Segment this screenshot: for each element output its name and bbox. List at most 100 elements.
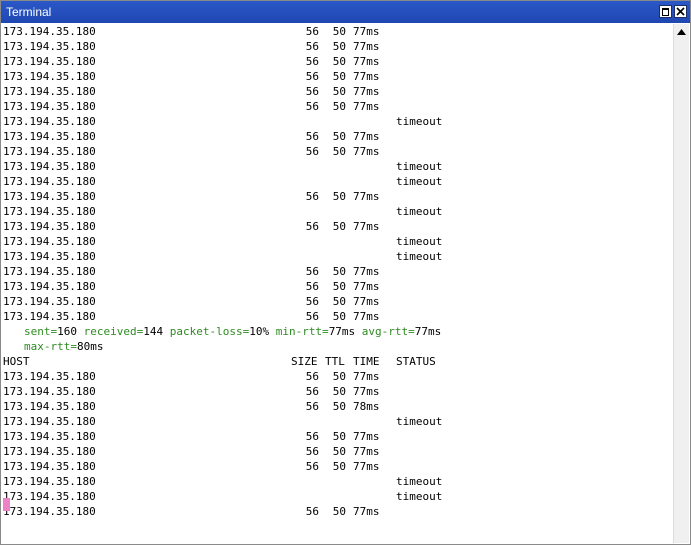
cell-status: timeout [396,490,443,503]
cell-host: 173.194.35.180 [3,445,96,458]
cell-host: 173.194.35.180 [3,40,96,53]
cell-status: STATUS [396,355,436,368]
cell-time: 77ms [353,280,380,293]
cell-size: 56 [305,25,319,38]
table-row: 173.194.35.180 56 50 77ms [2,39,674,54]
cell-time: 77ms [353,145,380,158]
cell-size: 56 [305,220,319,233]
cell-time: 77ms [353,130,380,143]
table-row: 173.194.35.180 56 50 77ms [2,279,674,294]
summary-key: max-rtt= [24,340,77,353]
table-header: HOST SIZE TTL TIME STATUS [2,354,674,369]
summary-key: min-rtt= [269,325,329,338]
table-row: 173.194.35.180 timeout [2,114,674,129]
cell-time: 77ms [353,445,380,458]
table-row: 173.194.35.180 56 50 78ms [2,399,674,414]
cell-host: 173.194.35.180 [3,85,96,98]
vertical-scrollbar[interactable] [673,24,689,543]
cell-host: 173.194.35.180 [3,190,96,203]
terminal-output[interactable]: 173.194.35.180 56 50 77ms 173.194.35.180 56 50… [2,24,674,543]
scroll-up-button[interactable] [674,24,689,41]
cell-size: 56 [305,385,319,398]
cell-size: 56 [305,445,319,458]
cell-status: timeout [396,235,443,248]
cell-ttl: 50 [332,385,346,398]
cell-time: 77ms [353,85,380,98]
table-row: 173.194.35.180 56 50 77ms [2,144,674,159]
table-row: 173.194.35.180 56 50 77ms [2,384,674,399]
cell-host: 173.194.35.180 [3,490,96,503]
cell-host: 173.194.35.180 [3,310,96,323]
cell-ttl: 50 [332,130,346,143]
cell-ttl: 50 [332,25,346,38]
summary-key: avg-rtt= [355,325,415,338]
cell-size: 56 [305,70,319,83]
chevron-up-icon [677,29,686,35]
cell-host: 173.194.35.180 [3,400,96,413]
cell-host: HOST [3,355,30,368]
close-icon[interactable] [674,5,687,18]
cell-host: 173.194.35.180 [3,235,96,248]
cell-host: 173.194.35.180 [3,250,96,263]
cell-host: 173.194.35.180 [3,55,96,68]
terminal-window: Terminal 173.194.35.180 56 50 77ms 173.194.3… [0,0,691,545]
summary-value: 160 [57,325,77,338]
cell-time: 77ms [353,370,380,383]
cell-ttl: 50 [332,370,346,383]
table-row: 173.194.35.180 56 50 77ms [2,54,674,69]
cell-ttl: 50 [332,280,346,293]
cell-host: 173.194.35.180 [3,70,96,83]
cell-status: timeout [396,205,443,218]
cell-size: 56 [305,460,319,473]
summary-text: max-rtt=80ms [24,339,103,354]
cell-size: 56 [305,100,319,113]
cell-host: 173.194.35.180 [3,265,96,278]
cell-ttl: 50 [332,430,346,443]
table-row: 173.194.35.180 56 50 77ms [2,264,674,279]
summary-key: sent= [24,325,58,338]
cell-time: 77ms [353,40,380,53]
cell-size: 56 [305,85,319,98]
cell-size: 56 [305,265,319,278]
cell-status: timeout [396,250,443,263]
cell-time: 77ms [353,70,380,83]
summary-value: 77ms [414,325,442,338]
cell-ttl: 50 [332,145,346,158]
cell-time: 77ms [353,385,380,398]
table-row: 173.194.35.180 56 50 77ms [2,69,674,84]
window-title: Terminal [6,5,52,19]
cell-host: 173.194.35.180 [3,220,96,233]
cell-ttl: 50 [332,190,346,203]
cell-time: 77ms [353,265,380,278]
cell-size: 56 [305,400,319,413]
cell-ttl: 50 [332,40,346,53]
cell-ttl: 50 [332,445,346,458]
cell-ttl: TTL [325,355,345,368]
table-row: 173.194.35.180 56 50 77ms [2,99,674,114]
summary-value: 10% [249,325,270,338]
cell-host: 173.194.35.180 [3,385,96,398]
cell-status: timeout [396,160,443,173]
maximize-icon[interactable] [659,5,672,18]
summary-text: sent=160 received=144 packet-loss=10% mi… [24,324,441,339]
cell-host: 173.194.35.180 [3,460,96,473]
cell-size: 56 [305,295,319,308]
table-row: 173.194.35.180 56 50 77ms [2,294,674,309]
cell-host: 173.194.35.180 [3,25,96,38]
cell-ttl: 50 [332,220,346,233]
cell-ttl: 50 [332,265,346,278]
title-bar[interactable]: Terminal [1,1,690,23]
cell-host: 173.194.35.180 [3,115,96,128]
cell-host: 173.194.35.180 [3,430,96,443]
table-row: 173.194.35.180 56 50 77ms [2,24,674,39]
table-row: 173.194.35.180 56 50 77ms [2,444,674,459]
cell-time: 77ms [353,190,380,203]
cell-size: 56 [305,145,319,158]
cell-time: 77ms [353,220,380,233]
table-row: 173.194.35.180 timeout [2,489,674,504]
table-row: 173.194.35.180 timeout [2,174,674,189]
summary-value: 80ms [76,340,104,353]
table-row: 173.194.35.180 timeout [2,234,674,249]
cell-host: 173.194.35.180 [3,370,96,383]
table-row: 173.194.35.180 timeout [2,249,674,264]
